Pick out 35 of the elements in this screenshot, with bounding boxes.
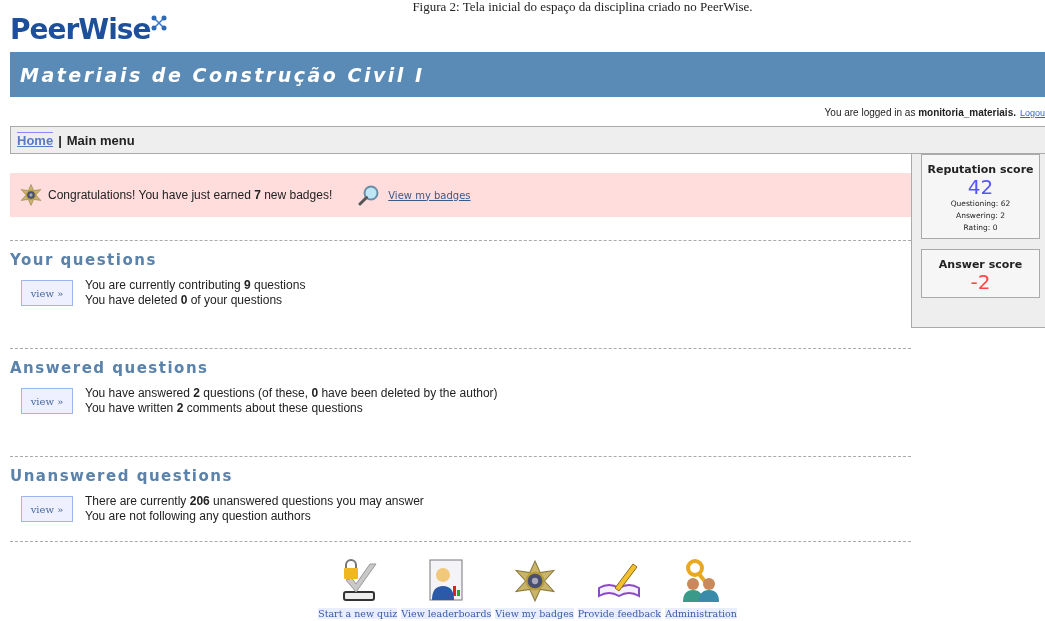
course-title: Materiais de Construção Civil I xyxy=(20,63,425,86)
login-status: You are logged in as monitoria_materiais. xyxy=(824,107,1016,118)
summary-line: You have deleted 0 of your questions xyxy=(85,293,284,308)
action-link[interactable]: Start a new quiz xyxy=(318,558,398,619)
logout-link[interactable]: Logou xyxy=(1019,108,1045,118)
score-title: Reputation score xyxy=(926,163,1035,176)
action-link[interactable]: View leaderboards xyxy=(401,558,492,619)
score-value: -2 xyxy=(969,271,992,293)
action-link[interactable]: View my badges xyxy=(495,560,574,619)
section-heading: Answered questions xyxy=(10,359,210,377)
view-badges-link[interactable]: View my badges xyxy=(388,189,471,201)
logo: PeerWise xyxy=(10,14,151,46)
figure-caption: Figura 2: Tela inicial do espaço da disciplina criado no PeerWise. xyxy=(411,0,754,14)
summary-line: You are currently contributing 9 questions xyxy=(85,278,306,293)
section-heading: Your questions xyxy=(10,251,158,269)
badge-icon xyxy=(20,184,42,206)
summary-line: You are not following any question authors xyxy=(85,509,312,524)
action-link[interactable]: Provide feedback xyxy=(577,558,662,619)
summary-line: You have answered 2 questions (of these, 0 have been deleted by the author) xyxy=(85,386,498,401)
search-icon xyxy=(358,184,381,206)
score-title: Answer score xyxy=(937,258,1024,271)
breadcrumb-current: Main menu xyxy=(66,132,135,148)
section-heading: Unanswered questions xyxy=(10,467,234,485)
home-link[interactable]: Home xyxy=(17,132,54,148)
view-button[interactable]: view » xyxy=(21,496,73,522)
network-icon xyxy=(150,14,169,32)
summary-line: You have written 2 comments about these questions xyxy=(85,401,364,416)
summary-line: There are currently 206 unanswered questions you may answer xyxy=(85,494,424,509)
score-value: 42 xyxy=(966,176,995,198)
view-button[interactable]: view » xyxy=(21,280,73,306)
action-link[interactable]: Administration xyxy=(665,558,737,619)
notice-message: Congratulations! You have just earned 7 new badges! xyxy=(48,188,333,202)
view-button[interactable]: view » xyxy=(21,388,73,414)
badge-icon xyxy=(513,560,556,602)
breadcrumb-separator: | xyxy=(58,132,62,148)
